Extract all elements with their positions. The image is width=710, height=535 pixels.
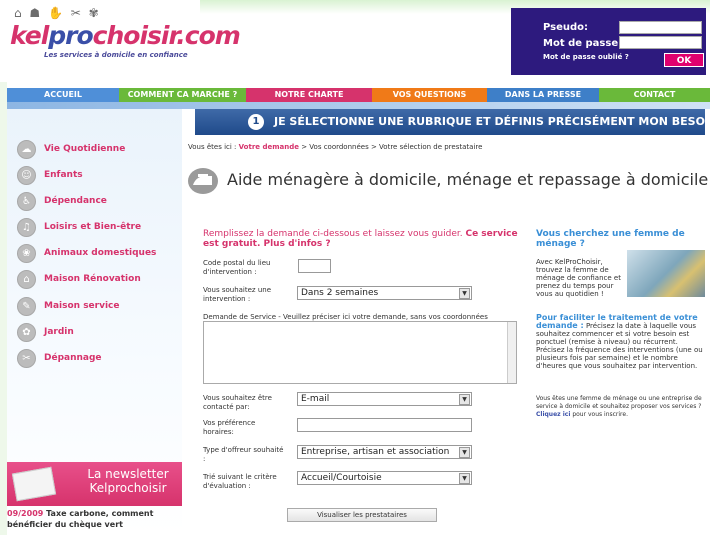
tools-icon: ✎	[17, 296, 36, 316]
newsletter-title: La newsletter Kelprochoisir	[87, 467, 169, 495]
sidebar-item-enfants[interactable]: ☺ Enfants	[17, 165, 83, 185]
forgot-password-link[interactable]: Mot de passe oublié ?	[543, 53, 629, 61]
sidebar-item-maison-service[interactable]: ✎ Maison service	[17, 296, 120, 316]
logo-part-pro: pro	[48, 21, 93, 50]
hours-input[interactable]	[297, 418, 472, 432]
intro-text: Remplissez la demande ci-dessous et lais…	[203, 229, 466, 239]
offer-type-select[interactable]: Entreprise, artisan et association ▼	[297, 445, 472, 459]
garden-icon: ✿	[17, 322, 36, 342]
register-link[interactable]: Cliquez ici	[536, 411, 570, 418]
postal-code-label: Code postal du lieu d'intervention :	[203, 259, 271, 276]
right-provider-body: Vous êtes une femme de ménage ou une ent…	[536, 395, 702, 410]
iron-icon	[188, 168, 218, 194]
pseudo-label: Pseudo:	[543, 22, 589, 33]
wheelchair-icon: ♿	[17, 191, 36, 211]
contact-method-value: E-mail	[301, 394, 330, 404]
logo-icons: ⌂ ☗ ✋ ✂ ✾	[14, 6, 101, 20]
breadcrumb-current[interactable]: Votre demande	[239, 143, 299, 151]
news-date: 09/2009	[7, 509, 44, 518]
offer-type-label: Type d'offreur souhaité :	[203, 446, 284, 463]
step-number: 1	[248, 114, 264, 130]
right-intro-text: Avec KelProChoisir, trouvez la femme de …	[536, 258, 621, 298]
logo-part-kel: kel	[10, 21, 49, 50]
sidebar-item-label: Dépendance	[44, 196, 107, 206]
hours-label: Vos préférence horaires:	[203, 419, 256, 436]
sidebar-item-label: Jardin	[44, 327, 74, 337]
nav-accueil[interactable]: ACCUEIL	[7, 88, 119, 102]
sidebar-item-label: Enfants	[44, 170, 83, 180]
newsletter-news-link[interactable]: 09/2009 Taxe carbone, comment bénéficier…	[7, 508, 182, 530]
nav-dans-la-presse[interactable]: DANS LA PRESSE	[487, 88, 599, 102]
sidebar-item-loisirs[interactable]: ♫ Loisirs et Bien-être	[17, 217, 141, 237]
contact-method-label: Vous souhaitez être contacté par:	[203, 394, 272, 411]
nav-band	[7, 102, 710, 109]
nav-comment-ca-marche[interactable]: COMMENT CA MARCHE ?	[119, 88, 246, 102]
logo-part-choisir: choisir.com	[92, 21, 241, 50]
chevron-down-icon: ▼	[459, 447, 470, 458]
house-icon: ⌂	[17, 269, 36, 289]
intervention-date-value: Dans 2 semaines	[301, 288, 379, 298]
sidebar-item-label: Maison service	[44, 301, 120, 311]
sidebar-item-depannage[interactable]: ✂ Dépannage	[17, 348, 102, 368]
contact-method-select[interactable]: E-mail ▼	[297, 392, 472, 406]
sort-criteria-value: Accueil/Courtoisie	[301, 473, 382, 483]
intervention-date-label: Vous souhaitez une intervention :	[203, 286, 272, 303]
repair-icon: ✂	[17, 348, 36, 368]
sidebar-item-animaux[interactable]: ❀ Animaux domestiques	[17, 243, 156, 263]
paw-icon: ❀	[17, 243, 36, 263]
sort-criteria-label: Trié suivant le critère d'évaluation :	[203, 473, 277, 490]
logo[interactable]: kelprochoisir.com	[10, 21, 241, 50]
chevron-down-icon: ▼	[459, 288, 470, 299]
right-help-text: Pour faciliter le traitement de votre de…	[536, 314, 704, 371]
breadcrumb-prefix: Vous êtes ici :	[188, 143, 239, 151]
cloud-icon: ☁	[17, 139, 36, 159]
right-help-body: Précisez la date à laquelle vous souhait…	[536, 322, 703, 370]
description-textarea[interactable]	[203, 321, 517, 384]
sidebar-item-label: Loisirs et Bien-être	[44, 222, 142, 232]
offer-type-value: Entreprise, artisan et association	[301, 447, 450, 457]
nav-notre-charte[interactable]: NOTRE CHARTE	[246, 88, 372, 102]
textarea-scrollbar[interactable]	[507, 322, 516, 383]
nav-contact[interactable]: CONTACT	[599, 88, 710, 102]
password-input[interactable]	[619, 36, 702, 49]
sort-criteria-select[interactable]: Accueil/Courtoisie ▼	[297, 471, 472, 485]
form-intro: Remplissez la demande ci-dessous et lais…	[203, 229, 526, 249]
sidebar-item-jardin[interactable]: ✿ Jardin	[17, 322, 74, 342]
breadcrumb: Vous êtes ici : Votre demande > Vos coor…	[188, 143, 482, 151]
sidebar-item-vie-quotidienne[interactable]: ☁ Vie Quotidienne	[17, 139, 125, 159]
music-icon: ♫	[17, 217, 36, 237]
right-title: Vous cherchez une femme de ménage ?	[536, 229, 685, 249]
sidebar-item-label: Vie Quotidienne	[44, 144, 126, 154]
child-icon: ☺	[17, 165, 36, 185]
logo-tagline: Les services à domicile en confiance	[44, 51, 188, 59]
right-provider-text: Vous êtes une femme de ménage ou une ent…	[536, 395, 704, 419]
step-text: JE SÉLECTIONNE UNE RUBRIQUE ET DÉFINIS P…	[274, 115, 710, 128]
chevron-down-icon: ▼	[459, 473, 470, 484]
sidebar-item-maison-renovation[interactable]: ⌂ Maison Rénovation	[17, 269, 141, 289]
sidebar-item-label: Animaux domestiques	[44, 248, 157, 258]
breadcrumb-rest: > Vos coordonnées > Votre sélection de p…	[298, 143, 483, 151]
page-title: Aide ménagère à domicile, ménage et repa…	[227, 170, 709, 189]
nav-vos-questions[interactable]: VOS QUESTIONS	[372, 88, 487, 102]
intervention-date-select[interactable]: Dans 2 semaines ▼	[297, 286, 472, 300]
postal-code-input[interactable]	[298, 259, 331, 273]
sidebar-item-dependance[interactable]: ♿ Dépendance	[17, 191, 107, 211]
page: ⌂ ☗ ✋ ✂ ✾ kelprochoisir.com Les services…	[0, 0, 710, 535]
sidebar-item-label: Maison Rénovation	[44, 274, 141, 284]
cleaning-photo	[627, 250, 705, 297]
login-ok-button[interactable]: OK	[664, 53, 704, 67]
main-nav: ACCUEIL COMMENT CA MARCHE ? NOTRE CHARTE…	[7, 88, 710, 102]
sidebar-item-label: Dépannage	[44, 353, 102, 363]
chevron-down-icon: ▼	[459, 394, 470, 405]
right-provider-end: pour vous inscrire.	[570, 411, 628, 418]
pseudo-input[interactable]	[619, 21, 702, 34]
password-label: Mot de passe:	[543, 38, 623, 49]
view-providers-button[interactable]: Visualiser les prestataires	[287, 508, 437, 522]
